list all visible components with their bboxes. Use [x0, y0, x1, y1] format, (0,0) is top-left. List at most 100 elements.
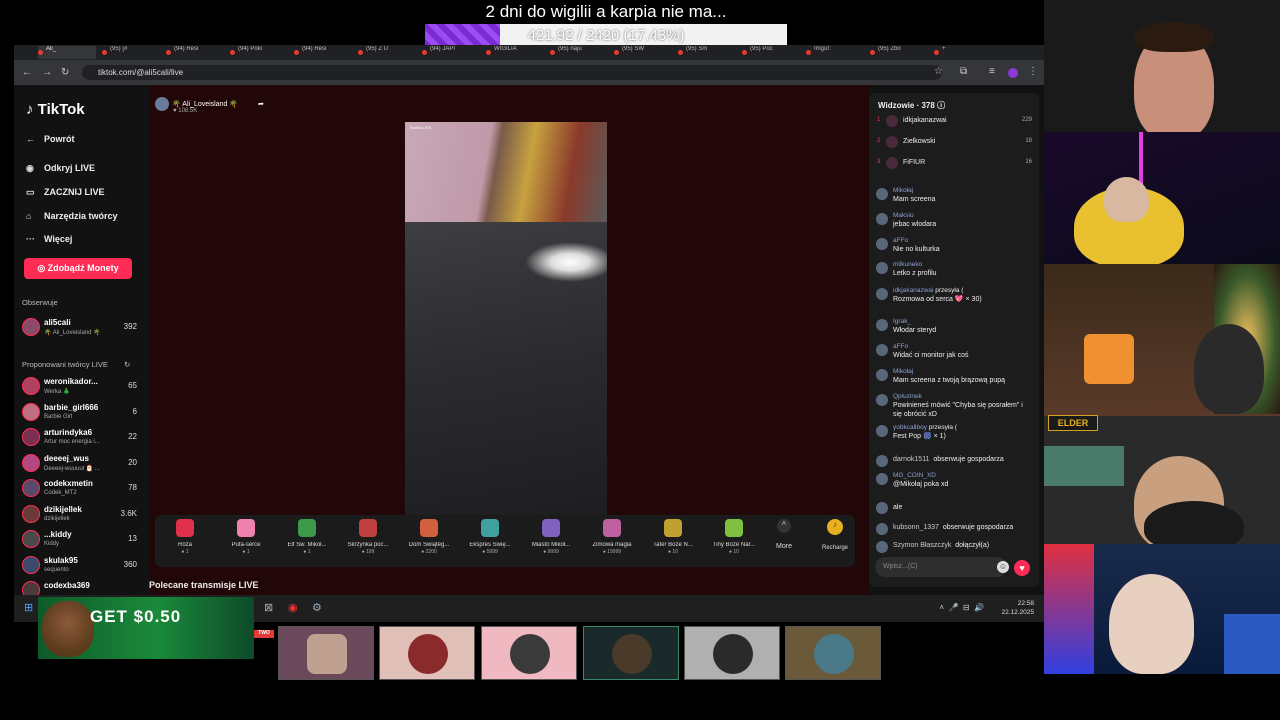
- gift-item[interactable]: Ekspres Świę... ● 5999: [462, 519, 518, 555]
- chat-avatar: [876, 188, 888, 200]
- share-icon[interactable]: ➦: [258, 101, 264, 108]
- browser-tab[interactable]: WIGILIA: [486, 46, 544, 59]
- extensions-icon[interactable]: ⧉: [960, 66, 967, 77]
- nav-creator-tools[interactable]: ⌂ Narzędzia twórcy: [26, 211, 118, 221]
- top-viewer-row[interactable]: 2 Zielkowski 18: [877, 136, 1032, 150]
- chat-user: darnok1511: [893, 456, 930, 463]
- participant-thumb[interactable]: [785, 626, 881, 680]
- gift-item[interactable]: Tiny Boże Nar... ● 10: [706, 519, 762, 555]
- browser-tab[interactable]: (95) Zbo: [870, 46, 928, 59]
- nav-discover-live[interactable]: ◉ Odkryj LIVE: [26, 163, 95, 174]
- hair-shape: [1134, 22, 1214, 52]
- avatar: [22, 530, 40, 548]
- suggested-creator[interactable]: dzikijellek dzikijellek 3.6K: [22, 503, 137, 527]
- gift-price: ● 10: [668, 549, 678, 555]
- gift-item[interactable]: Dom Świąteg... ● 2200: [401, 519, 457, 555]
- gift-price-value: 2200: [425, 549, 437, 555]
- live-video[interactable]: Twoiva LIVE 🌴 Ali_Loveisland 🌴: [405, 122, 607, 524]
- participant-thumb[interactable]: [379, 626, 475, 680]
- chat-input[interactable]: Wpisz...(C) ☺: [875, 557, 1009, 577]
- browser-tab[interactable]: (95) Poc: [742, 46, 800, 59]
- gift-item[interactable]: Skrzynka poc... ● 199: [340, 519, 396, 555]
- browser-tab[interactable]: (95) naju: [550, 46, 608, 59]
- forward-icon[interactable]: →: [42, 67, 52, 78]
- streamer-figure: [1194, 324, 1264, 414]
- get-coins-button[interactable]: ◎ Zdobądź Monety: [24, 258, 132, 279]
- gift-item[interactable]: Pufa-serce ● 1: [218, 519, 274, 555]
- taskbar-app-icon[interactable]: ⊠: [264, 601, 273, 614]
- top-viewer-row[interactable]: 3 FiFIUR 16: [877, 157, 1032, 171]
- browser-tab[interactable]: Imgur:: [806, 46, 864, 59]
- participant-thumb[interactable]: [684, 626, 780, 680]
- participant-avatar: [510, 634, 550, 674]
- star-icon[interactable]: ☆: [934, 66, 943, 77]
- refresh-icon[interactable]: ↻: [124, 360, 130, 369]
- gift-price-value: 1: [246, 549, 250, 555]
- info-icon[interactable]: ⓘ: [937, 101, 945, 110]
- clock-time: 22:58: [1017, 600, 1034, 607]
- more-label: More: [776, 543, 792, 550]
- browser-tab[interactable]: Ali_: [38, 46, 96, 59]
- following-item[interactable]: ali5cali 🌴 Ali_Loveisland 🌴 392: [22, 316, 137, 340]
- browser-tab[interactable]: (94) Resi: [294, 46, 352, 59]
- gift-icon: [420, 519, 438, 537]
- following-heading: Obserwuje: [22, 298, 58, 307]
- gift-icon: [298, 519, 316, 537]
- menu-dots-icon[interactable]: ⋮: [1028, 66, 1038, 77]
- participant-thumb[interactable]: [481, 626, 577, 680]
- browser-tab[interactable]: (95) SW: [614, 46, 672, 59]
- suggested-creator[interactable]: deeeej_wus Deeeej-wuuuuł 🎅 ... 20: [22, 452, 137, 476]
- gift-name: Miasto Mikoł...: [531, 542, 571, 548]
- streamer-header[interactable]: 🌴 Ali_Loveisland 🌴 ➦: [155, 97, 264, 111]
- browser-tab[interactable]: (94) Poki: [230, 46, 288, 59]
- participant-thumb[interactable]: [278, 626, 374, 680]
- gift-item[interactable]: Miasto Mikoł... ● 9999: [523, 519, 579, 555]
- nav-start-live[interactable]: ▭ ZACZNIJ LIVE: [26, 187, 105, 198]
- creator-sub: 🌴 Ali_Loveisland 🌴: [44, 330, 101, 336]
- top-viewer-row[interactable]: 1 idkjakanazwai 229: [877, 115, 1032, 129]
- creator-count: 360: [123, 559, 137, 569]
- url-field[interactable]: tiktok.com/@ali5cali/live: [82, 65, 942, 80]
- viewer-avatar: [886, 136, 898, 148]
- back-icon[interactable]: ←: [22, 67, 32, 78]
- gift-item[interactable]: Elf Św. Mikoł... ● 1: [279, 519, 335, 555]
- chat-text: Mam screena: [893, 196, 936, 203]
- browser-tab[interactable]: (95) Sm: [678, 46, 736, 59]
- more-gifts-button[interactable]: ˄ More: [769, 519, 799, 550]
- browser-tab[interactable]: (94) JAPI: [422, 46, 480, 59]
- creator-sub: sequento: [44, 566, 69, 573]
- chat-avatar: [876, 523, 888, 535]
- participant-thumb[interactable]: [583, 626, 679, 680]
- gift-icon: [481, 519, 499, 537]
- suggested-creator[interactable]: codekxmetin Codek_MT2 78: [22, 477, 137, 501]
- reload-icon[interactable]: ↻: [61, 67, 69, 78]
- clock[interactable]: 22:58 22.12.2025: [1001, 599, 1034, 617]
- profile-avatar[interactable]: [1008, 68, 1018, 78]
- sidebar-icon[interactable]: ≡: [989, 66, 995, 77]
- suggested-creator[interactable]: arturindyka6 Artur moc energia i... 22: [22, 426, 137, 450]
- gift-item[interactable]: Róża ● 1: [157, 519, 213, 555]
- browser-tab[interactable]: (95) Z U: [358, 46, 416, 59]
- chrome-taskbar-icon[interactable]: ◉: [288, 601, 298, 614]
- steam-taskbar-icon[interactable]: ⚙: [312, 601, 322, 614]
- suggested-creator[interactable]: weronikador... Werka 🎄 65: [22, 375, 137, 399]
- suggested-creator[interactable]: skulak95 sequento 360: [22, 554, 137, 578]
- tiktok-logo[interactable]: ♪ TikTok: [26, 101, 85, 118]
- emoji-icon[interactable]: ☺: [997, 561, 1009, 573]
- browser-tab[interactable]: (94) Resi: [166, 46, 224, 59]
- windows-start-icon[interactable]: ⊞: [24, 601, 33, 614]
- recharge-button[interactable]: ♪ Recharge: [815, 519, 855, 551]
- browser-tab[interactable]: (95) [#: [102, 46, 160, 59]
- nav-more[interactable]: ··· Więcej: [26, 234, 72, 244]
- suggested-creator[interactable]: barbie_girl666 Barbie Girl 6: [22, 401, 137, 425]
- suggested-heading-label: Proponowani twórcy LIVE: [22, 360, 108, 369]
- suggested-creator[interactable]: ...kiddy Kiddy 13: [22, 528, 137, 552]
- ad-banner[interactable]: GET $0.50: [38, 597, 254, 659]
- gift-item[interactable]: Tater Boże N... ● 10: [645, 519, 701, 555]
- system-tray[interactable]: ˄ 🎤 ⊟ 🔊: [939, 603, 984, 612]
- nav-back[interactable]: ← Powrót: [26, 134, 75, 144]
- heart-button[interactable]: ♥: [1014, 560, 1030, 576]
- creator-sub: Deeeej-wuuuuł 🎅 ...: [44, 465, 100, 472]
- new-tab-button[interactable]: +: [934, 46, 948, 59]
- gift-item[interactable]: Zimowa magia ● 19999: [584, 519, 640, 555]
